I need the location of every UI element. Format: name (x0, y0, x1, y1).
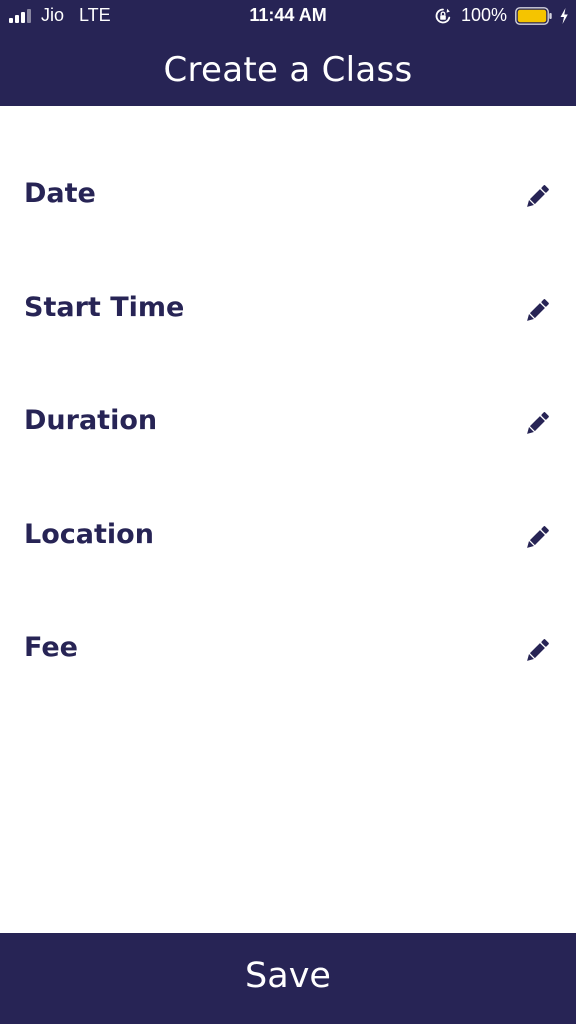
pencil-icon[interactable] (522, 523, 552, 553)
field-row-date[interactable]: Date (0, 140, 576, 254)
save-button-label: Save (245, 956, 331, 996)
battery-percent: 100% (461, 5, 508, 25)
field-label-start-time: Start Time (24, 291, 185, 323)
orientation-lock-icon (435, 8, 451, 24)
battery-icon (515, 7, 552, 25)
field-label-date: Date (24, 178, 96, 209)
field-row-duration[interactable]: Duration (0, 367, 576, 481)
pencil-icon[interactable] (522, 636, 552, 666)
field-row-location[interactable]: Location (0, 481, 576, 595)
pencil-icon[interactable] (522, 182, 552, 212)
charging-bolt-icon (560, 8, 568, 24)
field-label-fee: Fee (24, 632, 78, 664)
status-bar: Jio LTE 11:44 AM 100% (0, 0, 576, 32)
pencil-icon[interactable] (522, 409, 552, 439)
field-row-fee[interactable]: Fee (0, 594, 576, 708)
field-row-start-time[interactable]: Start Time (0, 254, 576, 368)
pencil-icon[interactable] (522, 296, 552, 326)
create-class-screen: Jio LTE 11:44 AM 100% Create a Class Dat… (0, 0, 576, 1024)
field-label-duration: Duration (24, 405, 158, 437)
top-bar: Jio LTE 11:44 AM 100% Create a Class (0, 0, 576, 106)
class-field-list: Date Start Time Duration Location Fee (0, 140, 576, 708)
save-button[interactable]: Save (0, 933, 576, 1024)
page-title: Create a Class (163, 50, 413, 90)
field-label-location: Location (24, 518, 154, 550)
